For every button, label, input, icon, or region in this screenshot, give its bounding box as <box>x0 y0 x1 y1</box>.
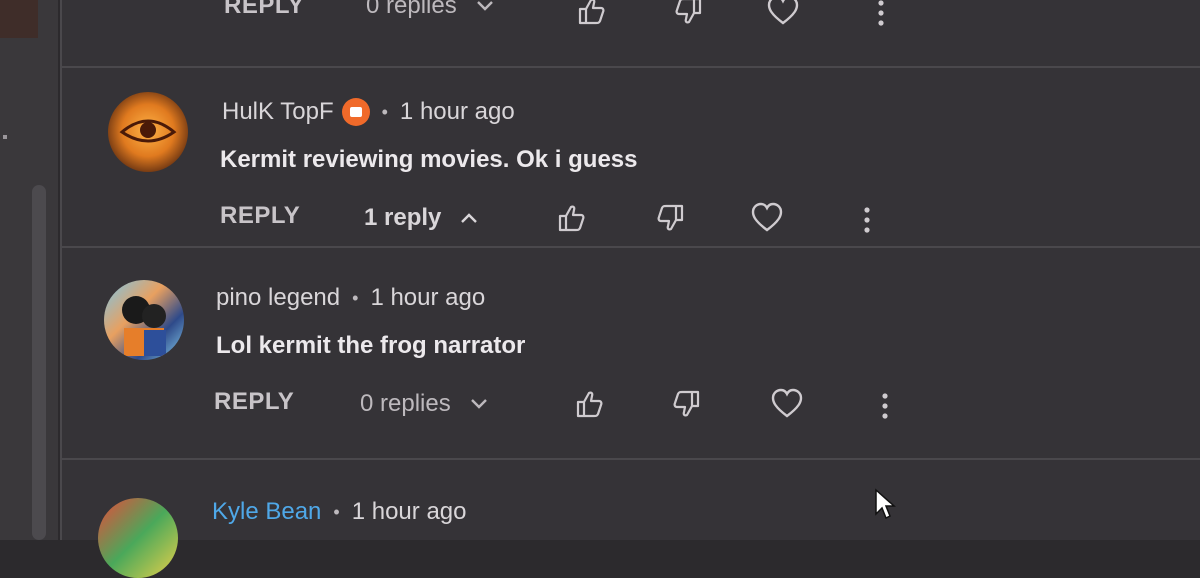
avatar[interactable] <box>104 280 184 360</box>
more-options-icon <box>878 0 884 26</box>
dislike-button[interactable] <box>670 387 704 421</box>
avatar[interactable] <box>98 498 178 578</box>
dislike-button[interactable] <box>654 201 688 235</box>
more-options-button[interactable] <box>864 0 898 30</box>
comment-meta: Kyle Bean • 1 hour ago <box>212 498 466 526</box>
heart-icon <box>767 0 799 25</box>
comment-actions: REPLY 1 reply <box>0 200 1200 240</box>
like-button[interactable] <box>572 387 606 421</box>
more-options-button[interactable] <box>868 389 902 423</box>
replies-toggle[interactable]: 1 reply <box>364 204 479 232</box>
separator-dot: • <box>333 501 340 522</box>
heart-button[interactable] <box>770 387 804 421</box>
left-rail <box>0 0 58 540</box>
mouse-cursor-icon <box>875 488 896 520</box>
comment-separator <box>62 66 1200 68</box>
creator-badge-icon <box>341 98 370 126</box>
chevron-up-icon <box>461 213 478 223</box>
comment-meta: HulK TopF • 1 hour ago <box>222 98 515 126</box>
comment-actions: REPLY 0 replies <box>0 386 1200 426</box>
replies-count: 0 replies <box>360 390 451 417</box>
heart-button[interactable] <box>750 201 784 235</box>
author-name[interactable]: pino legend <box>216 284 340 312</box>
more-options-icon <box>864 207 870 233</box>
heart-icon <box>751 202 783 232</box>
avatar[interactable] <box>108 92 188 172</box>
dislike-icon <box>657 204 684 231</box>
dislike-icon <box>675 0 702 24</box>
replies-toggle[interactable]: 0 replies <box>360 390 489 418</box>
more-options-icon <box>882 393 888 419</box>
replies-toggle[interactable]: 0 replies <box>366 0 495 20</box>
replies-count: 0 replies <box>366 0 457 19</box>
chevron-down-icon <box>470 399 487 409</box>
heart-button[interactable] <box>766 0 800 28</box>
dislike-button[interactable] <box>672 0 706 28</box>
author-name[interactable]: Kyle Bean <box>212 498 321 526</box>
more-options-button[interactable] <box>850 203 884 237</box>
like-icon <box>576 391 603 418</box>
like-button[interactable] <box>554 201 588 235</box>
avatar-image <box>122 296 166 356</box>
like-icon <box>558 205 585 232</box>
comment-timestamp[interactable]: 1 hour ago <box>400 98 515 126</box>
separator-dot: • <box>381 101 388 122</box>
reply-button[interactable]: REPLY <box>214 388 294 416</box>
comment-text: Kermit reviewing movies. Ok i guess <box>220 146 638 173</box>
dislike-icon <box>673 390 700 417</box>
like-button[interactable] <box>574 0 608 28</box>
replies-count: 1 reply <box>364 204 442 231</box>
nav-dot <box>3 135 7 139</box>
reply-button[interactable]: REPLY <box>220 202 300 230</box>
like-icon <box>578 0 605 25</box>
chevron-down-icon <box>476 1 493 11</box>
avatar-eye-icon <box>119 119 177 143</box>
comment-separator <box>62 458 1200 460</box>
comment-actions: REPLY 0 replies <box>0 0 1200 40</box>
reply-button[interactable]: REPLY <box>224 0 304 20</box>
comment-timestamp[interactable]: 1 hour ago <box>370 284 485 312</box>
comment-timestamp[interactable]: 1 hour ago <box>352 498 467 526</box>
heart-icon <box>771 388 803 418</box>
comment-meta: pino legend • 1 hour ago <box>216 284 485 312</box>
separator-dot: • <box>352 287 359 308</box>
comment-text: Lol kermit the frog narrator <box>216 332 526 359</box>
comment-separator <box>62 246 1200 248</box>
author-name[interactable]: HulK TopF <box>222 98 334 126</box>
